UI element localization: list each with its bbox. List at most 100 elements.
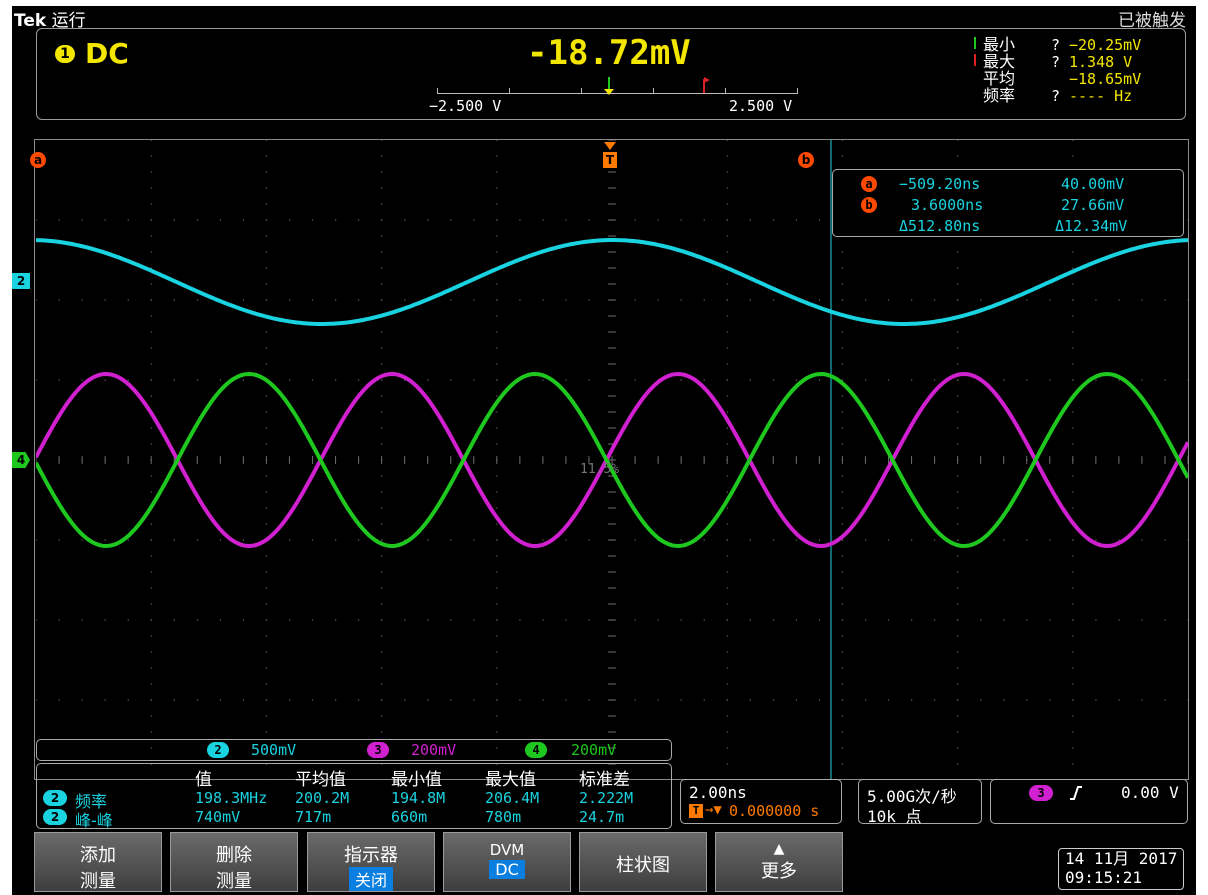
dvm-scale-tick [581,88,582,94]
cursor-b-marker[interactable]: b [798,152,814,168]
row2-max: 780m [485,808,522,826]
softkey-value: 关闭 [348,867,393,891]
cursor-a-time: −509.20ns [899,175,981,193]
channel-scale-bar[interactable]: 2 500mV 3 200mV 4 200mV [36,739,672,761]
delete-measurement-button[interactable]: 删除 测量 [170,832,298,892]
row1-value: 198.3MHz [195,789,268,807]
dvm-channel-badge: 1 [55,45,75,63]
cursor-b-badge: b [861,197,877,213]
stat-avg-value: −18.65mV [1069,70,1142,88]
cursor-readout: a b −509.20ns 40.00mV 3.6000ns 27.66mV Δ… [832,169,1184,237]
dvm-scale-tick [509,88,510,94]
min-indicator-icon [974,37,976,49]
col-header-min: 最小值 [391,770,442,790]
measurement-table[interactable]: 值 平均值 最小值 最大值 标准差 2 频率 198.3MHz 200.2M 1… [36,763,672,830]
horizontal-position: 0.000000 s [729,802,820,820]
trigger-position-icon [604,142,616,150]
row2-mean: 717m [295,808,332,826]
stat-freq-label: 频率 [983,86,1016,105]
trigger-source-badge: 3 [1029,785,1053,801]
col-header-max: 最大值 [485,770,536,790]
ch4-scale: 200mV [571,741,617,759]
stat-avg-label: 平均 [983,69,1016,88]
ch3-badge: 3 [367,742,389,758]
max-indicator-icon [974,54,976,66]
date: 14 11月 2017 [1065,849,1178,868]
date-time: 14 11月 2017 09:15:21 [1058,848,1184,890]
softkey-label: 指示器 [344,845,398,866]
stat-min-value: −20.25mV [1069,36,1142,54]
softkey-label: DVM [489,841,525,859]
trigger-position-badge: T [689,804,703,818]
col-header-stddev: 标准差 [579,770,630,790]
ch2-scale: 500mV [251,741,297,759]
dvm-scale-tick [437,88,438,94]
softkey-value: DC [489,860,525,879]
softkey-label: 柱状图 [616,855,670,876]
add-measurement-button[interactable]: 添加 测量 [34,832,162,892]
dvm-scale-tick [725,88,726,94]
stat-min-qualifier: ? [1051,36,1061,54]
row2-name: 峰-峰 [75,811,113,830]
stat-max-qualifier: ? [1051,53,1061,71]
softkey-label: 测量 [216,871,252,892]
rising-edge-icon [1070,786,1082,800]
row1-min: 194.8M [391,789,446,807]
dvm-scale-tick [797,88,798,94]
ch2-badge: 2 [207,742,229,758]
indicators-button[interactable]: 指示器 关闭 [307,832,435,892]
cursor-delta-time: Δ512.80ns [899,217,981,235]
dvm-panel[interactable]: 1 DC -18.72mV −2.500 V 2.500 V 最小 最大 平均 … [36,28,1186,120]
col-header-value: 值 [195,770,212,790]
timebase-scale: 2.00ns [689,783,747,802]
col-header-mean: 平均值 [295,770,346,790]
trigger-marker[interactable]: T [603,152,617,168]
dvm-scale-bar [437,93,797,94]
row2-channel-badge: 2 [43,809,67,825]
cursor-b-time: 3.6000ns [911,196,984,214]
stat-max-value: 1.348 V [1069,53,1133,71]
cursor-a-badge: a [861,176,877,192]
dvm-button[interactable]: DVM DC [443,832,571,892]
stat-freq-value: ---- Hz [1069,87,1133,105]
record-length: 10k 点 [867,807,922,826]
softkey-label: 测量 [80,871,116,892]
chevron-up-icon: ▲ [773,841,785,857]
row1-channel-badge: 2 [43,790,67,806]
trigger-panel[interactable]: 3 0.00 V [990,779,1188,824]
softkey-label: 删除 [216,845,252,866]
dvm-min-marker-icon [604,77,614,95]
channel-4-ground-marker[interactable]: 4 [12,452,30,468]
row1-max: 206.4M [485,789,540,807]
trigger-level: 0.00 V [1121,783,1179,802]
softkey-label: 更多 [761,861,797,882]
channel-2-ground-marker[interactable]: 2 [12,273,30,289]
row2-stddev: 24.7m [579,808,625,826]
ch3-scale: 200mV [411,741,457,759]
dvm-reading: -18.72mV [527,33,691,73]
dvm-scale-tick [653,88,654,94]
histogram-button[interactable]: 柱状图 [579,832,707,892]
ch4-badge: 4 [525,742,547,758]
cursor-a-marker[interactable]: a [30,152,46,168]
row1-stddev: 2.222M [579,789,634,807]
oscilloscope-screen: Tek 运行 已被触发 1 DC -18.72mV −2.500 V 2.500… [12,6,1196,895]
timebase-panel[interactable]: 2.00ns T →▼ 0.000000 s [680,779,842,824]
dvm-scale-min: −2.500 V [429,97,502,115]
softkey-label: 添加 [80,845,116,866]
stat-freq-qualifier: ? [1051,87,1061,105]
cursor-b-volt: 27.66mV [1061,196,1125,214]
acquisition-panel[interactable]: 5.00G次/秒 10k 点 [858,779,982,826]
cursor-delta-volt: Δ12.34mV [1055,217,1128,235]
time: 09:15:21 [1065,868,1143,887]
row2-min: 660m [391,808,428,826]
stat-max-label: 最大 [983,52,1016,71]
more-button[interactable]: ▲ 更多 [715,832,843,892]
dvm-mode: DC [85,37,129,70]
stat-min-label: 最小 [983,35,1016,54]
record-position: 11.5% [580,462,620,477]
cursor-a-volt: 40.00mV [1061,175,1125,193]
row2-value: 740mV [195,808,241,826]
dvm-scale-max: 2.500 V [729,97,793,115]
dvm-max-marker-icon [703,77,710,93]
